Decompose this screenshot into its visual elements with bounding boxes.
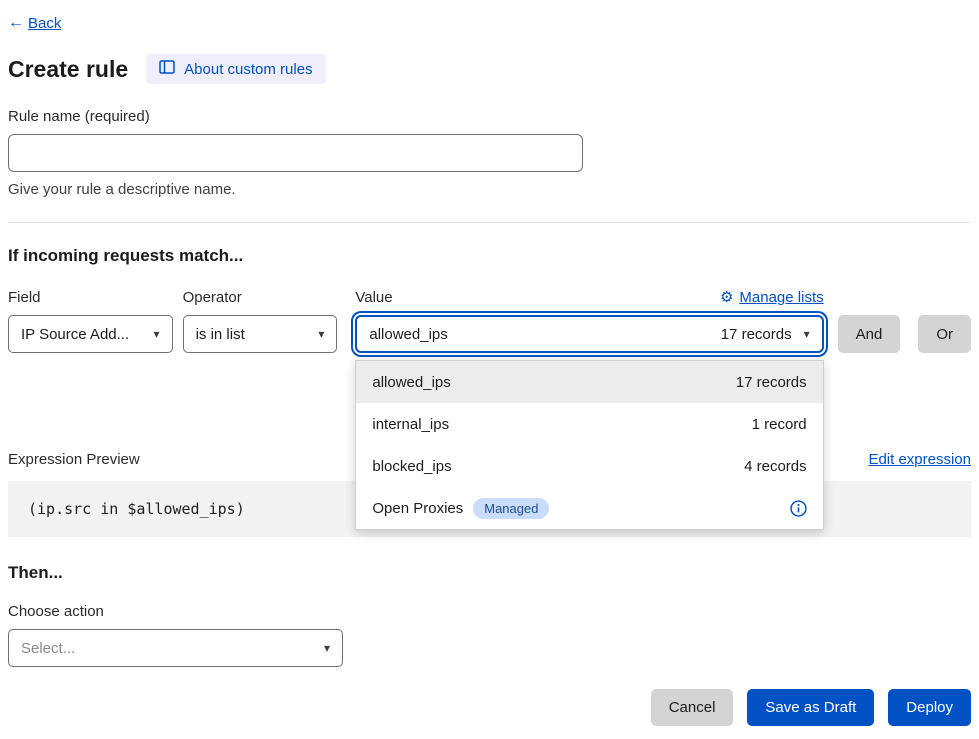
about-link-label: About custom rules xyxy=(184,61,312,78)
value-select[interactable]: allowed_ips 17 records ▾ xyxy=(355,315,823,353)
field-label: Field xyxy=(8,289,173,306)
managed-badge: Managed xyxy=(473,498,549,519)
rule-name-block: Rule name (required) Give your rule a de… xyxy=(8,108,971,198)
page-title: Create rule xyxy=(8,56,128,83)
back-link-label: Back xyxy=(28,15,61,32)
rule-name-helper: Give your rule a descriptive name. xyxy=(8,181,971,198)
and-button[interactable]: And xyxy=(838,315,901,353)
list-item-name: Open Proxies xyxy=(372,500,463,517)
list-item-internal-ips[interactable]: internal_ips 1 record xyxy=(356,403,822,445)
field-column: Field IP Source Add... ▾ xyxy=(8,289,173,353)
chevron-down-icon: ▾ xyxy=(318,328,324,340)
divider xyxy=(8,222,971,223)
value-column: Value ⚙ Manage lists allowed_ips 17 recor… xyxy=(355,288,823,353)
list-item-allowed-ips[interactable]: allowed_ips 17 records xyxy=(356,361,822,403)
gear-icon: ⚙ xyxy=(720,288,733,306)
list-item-open-proxies[interactable]: Open Proxies Managed xyxy=(356,487,822,529)
match-row: Field IP Source Add... ▾ Operator is in … xyxy=(8,288,971,353)
back-arrow-icon: ← xyxy=(8,14,24,32)
expression-preview-label: Expression Preview xyxy=(8,451,140,468)
info-icon[interactable] xyxy=(790,500,807,517)
chevron-down-icon: ▾ xyxy=(804,328,810,340)
list-item-meta: 4 records xyxy=(744,458,807,475)
list-item-blocked-ips[interactable]: blocked_ips 4 records xyxy=(356,445,822,487)
manage-lists-link[interactable]: ⚙ Manage lists xyxy=(720,288,824,306)
book-icon xyxy=(159,60,175,78)
chevron-down-icon: ▾ xyxy=(324,642,330,654)
list-item-name: allowed_ips xyxy=(372,374,450,391)
save-as-draft-button[interactable]: Save as Draft xyxy=(747,689,874,726)
match-section-title: If incoming requests match... xyxy=(8,246,971,266)
or-button[interactable]: Or xyxy=(918,315,971,353)
back-link[interactable]: ←Back xyxy=(8,14,61,32)
field-select[interactable]: IP Source Add... ▾ xyxy=(8,315,173,353)
footer-actions: Cancel Save as Draft Deploy xyxy=(8,689,971,726)
field-select-value: IP Source Add... xyxy=(21,326,129,343)
create-rule-page: ←Back Create rule About custom rules Rul… xyxy=(0,0,979,739)
choose-action-label: Choose action xyxy=(8,603,971,620)
list-item-meta: 17 records xyxy=(736,374,807,391)
then-section-title: Then... xyxy=(8,563,971,583)
operator-label: Operator xyxy=(183,289,338,306)
value-label-row: Value ⚙ Manage lists xyxy=(355,288,823,306)
value-dropdown: allowed_ips 17 records internal_ips 1 re… xyxy=(355,360,823,530)
condition-buttons: And Or xyxy=(838,315,971,353)
rule-name-input[interactable] xyxy=(8,134,583,172)
deploy-button[interactable]: Deploy xyxy=(888,689,971,726)
value-label: Value xyxy=(355,289,392,306)
about-custom-rules-link[interactable]: About custom rules xyxy=(146,54,325,84)
operator-select-value: is in list xyxy=(196,326,245,343)
manage-lists-label: Manage lists xyxy=(739,289,823,306)
value-select-value: allowed_ips xyxy=(369,326,447,343)
rule-name-label: Rule name (required) xyxy=(8,108,971,125)
chevron-down-icon: ▾ xyxy=(154,328,160,340)
operator-select[interactable]: is in list ▾ xyxy=(183,315,338,353)
value-select-meta: 17 records xyxy=(721,326,792,343)
title-row: Create rule About custom rules xyxy=(8,54,971,84)
list-item-name: internal_ips xyxy=(372,416,449,433)
edit-expression-link[interactable]: Edit expression xyxy=(868,451,971,468)
list-item-meta: 1 record xyxy=(752,416,807,433)
action-select[interactable]: Select... ▾ xyxy=(8,629,343,667)
operator-column: Operator is in list ▾ xyxy=(183,289,338,353)
cancel-button[interactable]: Cancel xyxy=(651,689,734,726)
list-item-name: blocked_ips xyxy=(372,458,451,475)
action-select-placeholder: Select... xyxy=(21,640,75,657)
